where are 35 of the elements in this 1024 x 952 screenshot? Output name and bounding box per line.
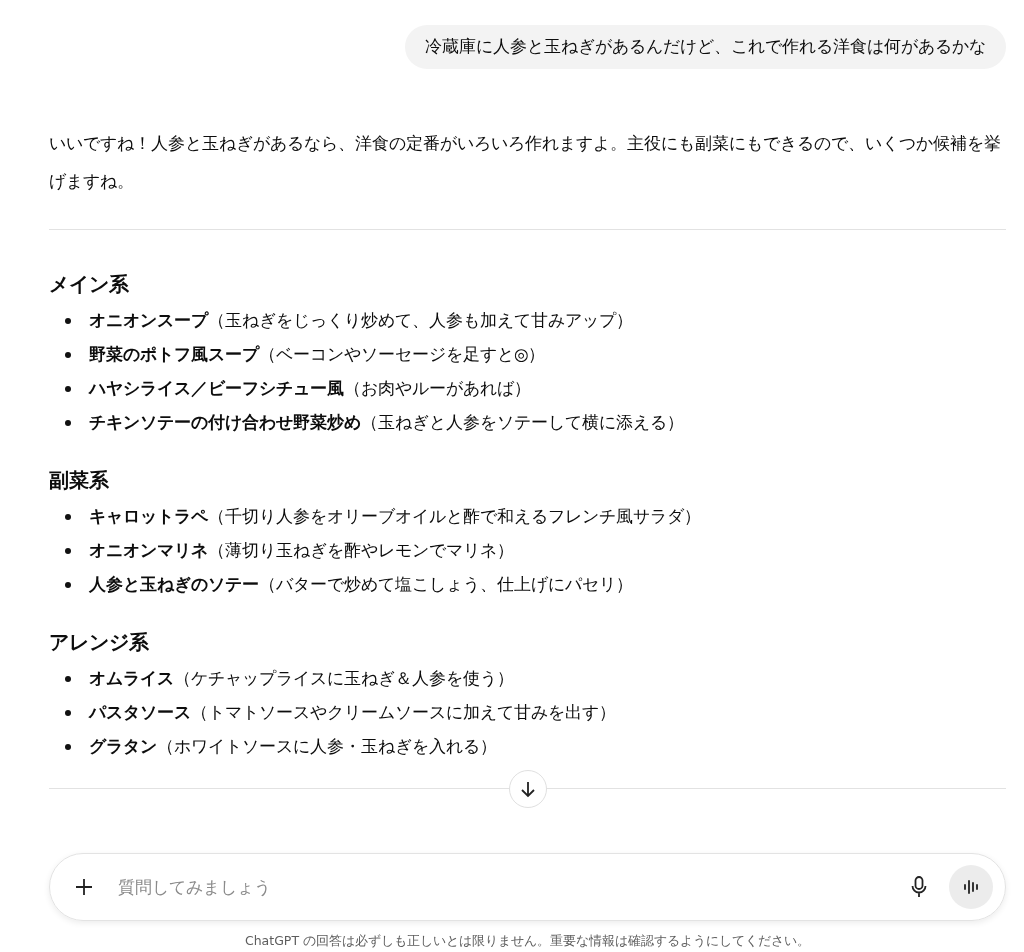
section-heading: 副菜系 [49, 467, 110, 494]
list-item-text: オムライス（ケチャップライスに玉ねぎ＆人参を使う） [89, 668, 514, 690]
bullet-icon [65, 710, 71, 716]
microphone-button[interactable] [911, 876, 927, 898]
bullet-icon [65, 548, 71, 554]
scroll-down-button[interactable] [508, 770, 547, 808]
list-item-text: チキンソテーの付け合わせ野菜炒め（玉ねぎと人参をソテーして横に添える） [89, 412, 684, 434]
bullet-icon [65, 318, 71, 324]
disclaimer-text: ChatGPT の回答は必ずしも正しいとは限りません。重要な情報は確認するようにしてください。 [243, 933, 811, 950]
bullet-icon [65, 582, 71, 588]
add-button[interactable] [74, 877, 94, 897]
message-input[interactable]: 質問してみましょう [116, 876, 911, 898]
microphone-icon [911, 876, 927, 898]
list-item-text: キャロットラペ（千切り人参をオリーブオイルと酢で和えるフレンチ風サラダ） [89, 506, 701, 528]
list-item-text: グラタン（ホワイトソースに人参・玉ねぎを入れる） [89, 736, 497, 758]
voice-mode-button[interactable] [949, 865, 993, 909]
section-heading: アレンジ系 [49, 629, 150, 656]
bullet-icon [65, 676, 71, 682]
list-item-text: 人参と玉ねぎのソテー（バターで炒めて塩こしょう、仕上げにパセリ） [89, 574, 633, 596]
list-item-text: ハヤシライス／ビーフシチュー風（お肉やルーがあれば） [89, 378, 531, 400]
voice-wave-icon [962, 879, 980, 895]
list-item-text: オニオンマリネ（薄切り玉ねぎを酢やレモンでマリネ） [89, 540, 514, 562]
answer-paragraph: いいですね！人参と玉ねぎがあるなら、洋食の定番がいろいろ作れますよ。主役にも副菜にもできるので、いくつか候補を挙げますね。 [49, 133, 1002, 193]
bullet-icon [65, 420, 71, 426]
user-message: 冷蔵庫に人参と玉ねぎがあるんだけど、これで作れる洋食は何があるかな [405, 25, 1006, 69]
list-item-text: パスタソース（トマトソースやクリームソースに加えて甘みを出す） [89, 702, 616, 724]
bullet-icon [65, 352, 71, 358]
bullet-icon [65, 386, 71, 392]
bullet-icon [65, 744, 71, 750]
arrow-down-icon [518, 780, 537, 798]
section-heading: メイン系 [49, 271, 130, 298]
list-item-text: オニオンスープ（玉ねぎをじっくり炒めて、人参も加えて甘みアップ） [89, 310, 633, 332]
plus-icon [74, 877, 94, 897]
bullet-icon [65, 514, 71, 520]
list-item-text: 野菜のポトフ風スープ（ベーコンやソーセージを足すと◎） [89, 344, 546, 366]
